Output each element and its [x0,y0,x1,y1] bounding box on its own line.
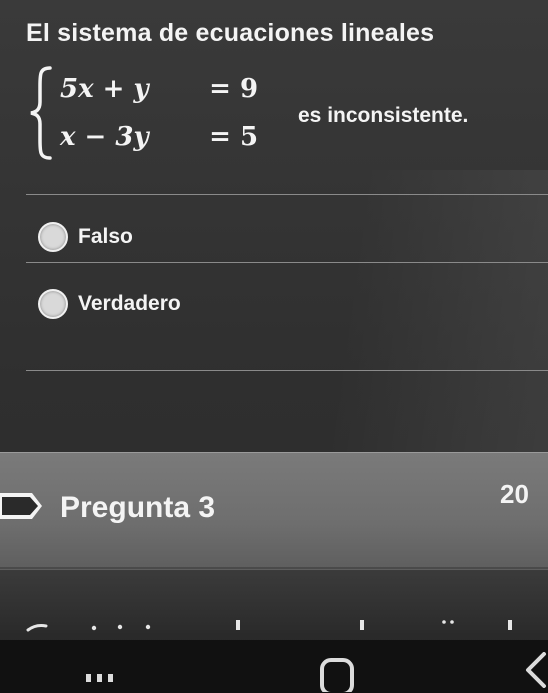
radio-verdadero[interactable] [38,289,68,319]
equation-1-lhs: 5x + y [60,74,149,104]
question-title: El sistema de ecuaciones lineales [26,19,435,47]
status-dots [26,620,512,632]
screen: El sistema de ecuaciones lineales 5x + y… [0,0,548,693]
next-question-points: 20 [500,479,529,509]
option-falso[interactable]: Falso [38,220,133,254]
question-suffix: es inconsistente. [298,104,469,127]
equation-system: 5x + y = 9 x − 3y = 5 es inconsistente. [28,64,528,164]
equation-row-1: 5x + y = 9 [60,74,270,104]
flag-marker-icon [0,493,42,519]
recent-apps-icon[interactable] [80,652,120,682]
home-icon[interactable] [318,652,358,692]
option-verdadero-label: Verdadero [78,292,181,315]
radio-falso[interactable] [38,222,68,252]
option-falso-label: Falso [78,225,133,248]
equation-2-rhs: 5 [240,122,259,152]
left-brace-icon [30,66,52,160]
section-bottom-line [0,567,548,569]
equation-2-lhs: x − 3y [60,122,149,152]
divider-bottom [26,370,548,371]
divider-top [26,194,548,195]
equation-1-op: = [209,74,231,104]
question-block: El sistema de ecuaciones lineales 5x + y… [26,18,536,160]
next-question-header[interactable]: Pregunta 3 20 [0,452,548,571]
option-verdadero[interactable]: Verdadero [38,287,181,321]
equation-2-op: = [209,122,231,152]
equation-row-2: x − 3y = 5 [60,122,270,152]
equation-1-rhs: 9 [240,74,259,104]
next-question-title: Pregunta 3 [60,491,216,524]
back-icon[interactable] [520,652,548,688]
divider-middle [26,262,548,263]
android-nav-bar [0,640,548,693]
